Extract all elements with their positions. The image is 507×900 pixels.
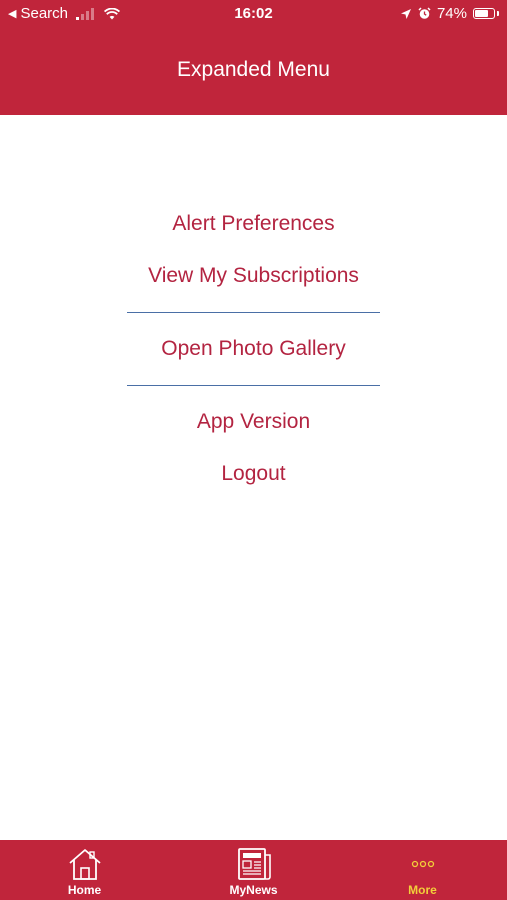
- status-bar: ◀ Search 16:02 74%: [0, 0, 507, 28]
- battery-level-fill: [475, 10, 488, 17]
- alarm-clock-icon: [418, 7, 431, 19]
- menu-divider: [127, 312, 380, 313]
- menu-item-open-photo-gallery[interactable]: Open Photo Gallery: [0, 325, 507, 377]
- newspaper-icon[interactable]: [235, 845, 273, 883]
- header-bar: ◀ Search 16:02 74% Expanded Menu: [0, 0, 507, 115]
- home-icon[interactable]: [67, 845, 103, 883]
- tab-more[interactable]: More: [338, 840, 507, 900]
- status-right: 74%: [400, 5, 499, 22]
- more-icon[interactable]: [411, 845, 435, 883]
- menu-divider: [127, 385, 380, 386]
- tab-label[interactable]: Home: [68, 883, 101, 897]
- tab-label[interactable]: More: [408, 883, 437, 897]
- menu-item-view-my-subscriptions[interactable]: View My Subscriptions: [0, 252, 507, 304]
- menu-item-alert-preferences[interactable]: Alert Preferences: [0, 200, 507, 252]
- menu-item-logout[interactable]: Logout: [0, 450, 507, 502]
- tab-mynews[interactable]: MyNews: [169, 840, 338, 900]
- expanded-menu: Alert Preferences View My Subscriptions …: [0, 200, 507, 502]
- tab-home[interactable]: Home: [0, 840, 169, 900]
- location-arrow-icon: [400, 8, 411, 19]
- menu-item-app-version[interactable]: App Version: [0, 398, 507, 450]
- battery-tip: [497, 11, 499, 16]
- battery-percent: 74%: [436, 5, 467, 22]
- tab-label[interactable]: MyNews: [229, 883, 277, 897]
- tab-bar: Home MyNews More: [0, 840, 507, 900]
- page-title: Expanded Menu: [177, 58, 330, 81]
- battery-icon: [473, 8, 495, 19]
